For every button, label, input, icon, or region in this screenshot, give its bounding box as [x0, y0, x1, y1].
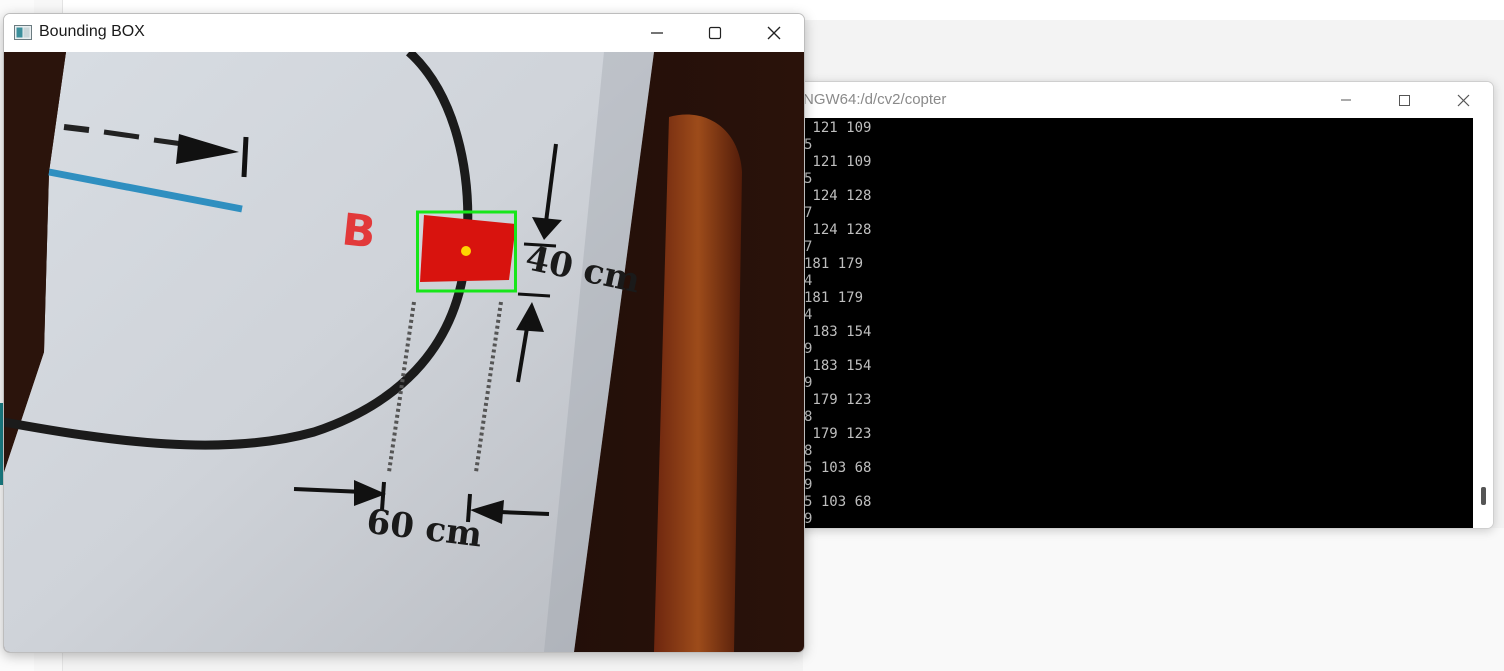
- image-window-title: Bounding BOX: [39, 23, 145, 40]
- image-window-minimize-button[interactable]: [628, 14, 686, 52]
- maximize-icon: [1399, 95, 1410, 106]
- terminal-maximize-button[interactable]: [1375, 82, 1433, 118]
- image-window-titlebar[interactable]: Bounding BOX: [4, 14, 804, 52]
- terminal-title: NGW64:/d/cv2/copter: [803, 91, 947, 108]
- background-app-area: [803, 528, 1504, 671]
- close-icon: [767, 26, 781, 40]
- terminal-window[interactable]: NGW64:/d/cv2/copter 121 109 5 121 109 5 …: [790, 81, 1494, 529]
- minimize-icon: [651, 32, 663, 34]
- photo-background: [4, 52, 804, 652]
- target-center-dot: [461, 246, 471, 256]
- field-letter-label: B: [339, 204, 378, 258]
- close-icon: [1457, 94, 1470, 107]
- terminal-scrollbar-thumb[interactable]: [1481, 487, 1486, 505]
- terminal-titlebar[interactable]: NGW64:/d/cv2/copter: [791, 82, 1493, 118]
- terminal-output-text: 121 109 5 121 109 5 124 128 7 124 128 7 …: [804, 120, 872, 527]
- image-window[interactable]: Bounding BOX B 40 cm 60 cm: [3, 13, 805, 653]
- minimize-icon: [1341, 99, 1351, 101]
- terminal-output[interactable]: 121 109 5 121 109 5 124 128 7 124 128 7 …: [791, 118, 1473, 528]
- image-window-maximize-button[interactable]: [686, 14, 744, 52]
- camera-frame[interactable]: B 40 cm 60 cm: [4, 52, 804, 652]
- terminal-scrollbar[interactable]: [1473, 118, 1493, 528]
- app-window-icon: [14, 25, 32, 40]
- terminal-minimize-button[interactable]: [1317, 82, 1375, 118]
- image-window-close-button[interactable]: [745, 14, 803, 52]
- terminal-close-button[interactable]: [1434, 82, 1492, 118]
- maximize-icon: [708, 26, 722, 40]
